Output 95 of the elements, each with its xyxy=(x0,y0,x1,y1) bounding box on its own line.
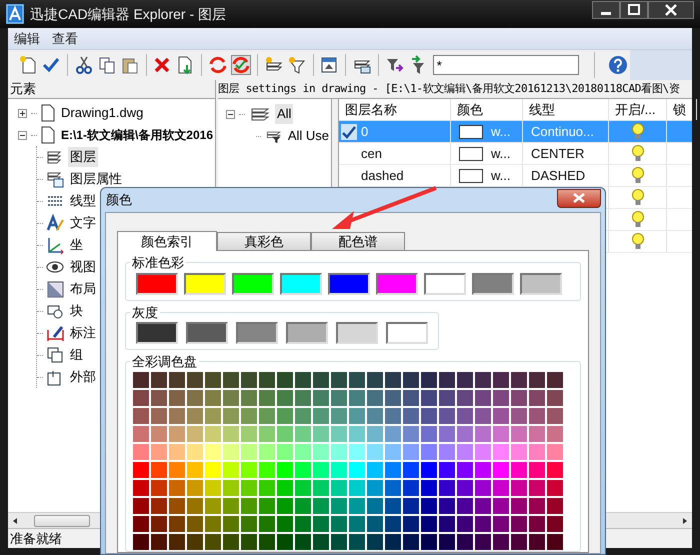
dialog-title: 颜色 xyxy=(106,191,132,210)
page-icon xyxy=(41,104,55,122)
table-cell-text: 0 xyxy=(360,123,370,141)
tree-item[interactable]: 外部 xyxy=(68,367,98,387)
tree-item[interactable]: 图层 xyxy=(68,147,98,167)
color-swatch[interactable] xyxy=(236,322,278,344)
lightbulb-icon[interactable] xyxy=(632,189,644,206)
color-swatch[interactable] xyxy=(386,322,428,344)
table-cell-text: Continuo... xyxy=(531,122,594,141)
collapse-toggle[interactable] xyxy=(226,110,235,118)
table-cell-text: dashed xyxy=(360,167,405,185)
help-button[interactable] xyxy=(609,54,628,76)
minimize-icon[interactable] xyxy=(592,1,620,19)
tree-item[interactable]: 文字 xyxy=(68,213,98,233)
layout-icon xyxy=(46,280,65,298)
tab[interactable]: 配色谱 xyxy=(311,232,405,250)
color-swatch[interactable] xyxy=(186,322,228,344)
color-swatch[interactable] xyxy=(520,272,562,294)
tree-item[interactable]: All xyxy=(275,104,294,124)
column-header[interactable]: 开启/... xyxy=(609,99,667,120)
filter-star-icon xyxy=(286,55,307,75)
collapse-toggle[interactable] xyxy=(18,130,27,140)
group-label: 全彩调色盘 xyxy=(131,353,198,371)
table-cell-text: w... xyxy=(491,122,511,141)
color-swatch[interactable] xyxy=(232,272,274,294)
lightbulb-icon[interactable] xyxy=(632,233,644,250)
dimension-icon xyxy=(46,324,65,342)
refresh-check-icon xyxy=(231,55,252,75)
tree-item[interactable]: 坐 xyxy=(68,235,85,255)
tree-item[interactable]: 标注 xyxy=(68,323,98,343)
window-title: 迅捷CAD编辑器 Explorer - 图层 xyxy=(30,4,226,24)
menu-item[interactable]: 查看 xyxy=(52,28,78,48)
app-logo-icon xyxy=(6,4,24,24)
color-swatch[interactable] xyxy=(136,322,178,344)
tree-item[interactable]: Drawing1.dwg xyxy=(59,103,146,123)
table-cell-text: DASHED xyxy=(531,166,586,185)
help-icon xyxy=(609,56,628,74)
close-icon[interactable] xyxy=(648,1,694,19)
lightbulb-icon[interactable] xyxy=(632,145,644,162)
checkmark-icon xyxy=(41,55,61,75)
tab[interactable]: 真彩色 xyxy=(217,232,311,250)
color-swatch[interactable] xyxy=(136,272,178,294)
color-swatch[interactable] xyxy=(472,272,514,294)
tree-item[interactable]: 图层属性 xyxy=(68,169,124,189)
color-swatch[interactable] xyxy=(328,272,370,294)
close-icon xyxy=(573,193,585,203)
maximize-icon[interactable] xyxy=(620,1,648,19)
column-header[interactable]: 颜色 xyxy=(451,99,523,120)
new-page-icon xyxy=(18,55,38,75)
color-swatch[interactable] xyxy=(286,322,328,344)
axes-icon xyxy=(46,236,65,254)
close-button[interactable] xyxy=(557,188,601,208)
tree-item[interactable]: All Use xyxy=(286,126,331,146)
group-icon xyxy=(46,346,65,364)
menu-item[interactable]: 编辑 xyxy=(14,28,40,48)
color-swatch[interactable] xyxy=(336,322,378,344)
color-swatch xyxy=(459,146,483,160)
layer-properties-icon xyxy=(46,170,65,188)
filter-field[interactable]: * xyxy=(432,55,579,75)
color-swatch[interactable] xyxy=(424,272,466,294)
text-style-icon xyxy=(46,214,65,232)
table-cell-text: w... xyxy=(491,166,511,185)
color-palette-grid[interactable] xyxy=(133,372,563,550)
lightbulb-icon[interactable] xyxy=(632,211,644,228)
refresh-arrows-icon xyxy=(208,55,228,75)
tab[interactable]: 颜色索引 xyxy=(117,231,217,251)
column-header[interactable]: 线型 xyxy=(523,99,609,120)
color-swatch[interactable] xyxy=(280,272,322,294)
group-label: 灰度 xyxy=(131,304,159,322)
lightbulb-icon[interactable] xyxy=(632,167,644,184)
tree-item[interactable]: 布局 xyxy=(68,279,98,299)
tree-item[interactable]: 块 xyxy=(68,301,85,321)
tree-item[interactable]: E:\1-软文编辑\备用软文2016 xyxy=(58,126,215,144)
tree-item[interactable]: 组 xyxy=(68,345,85,365)
color-swatch[interactable] xyxy=(184,272,226,294)
page-icon xyxy=(40,126,55,144)
column-header[interactable]: 图层名称 xyxy=(339,99,451,120)
expand-toggle[interactable] xyxy=(18,108,27,118)
panel-title: 图层 settings in drawing - [E:\1-软文编辑\备用软文20161213\20180118CAD看图\资 xyxy=(218,81,681,97)
color-swatch[interactable] xyxy=(376,272,418,294)
copy-icon xyxy=(96,55,117,75)
column-header[interactable]: 锁 xyxy=(667,99,697,120)
window-layer-icon xyxy=(319,55,340,75)
color-swatch xyxy=(459,124,483,138)
tree-item[interactable]: 视图 xyxy=(68,257,98,277)
toolbar-button[interactable] xyxy=(18,54,38,76)
table-cell-text: w... xyxy=(491,144,511,163)
lightbulb-icon[interactable] xyxy=(632,123,644,140)
group-label: 标准色彩 xyxy=(131,254,185,272)
cut-icon xyxy=(74,55,94,75)
tree-item[interactable]: 线型 xyxy=(68,191,98,211)
table-cell-text: CENTER xyxy=(531,144,584,163)
panel-title: 元素 xyxy=(9,80,37,98)
color-swatch xyxy=(459,168,483,182)
table-cell-text: cen xyxy=(360,145,383,163)
